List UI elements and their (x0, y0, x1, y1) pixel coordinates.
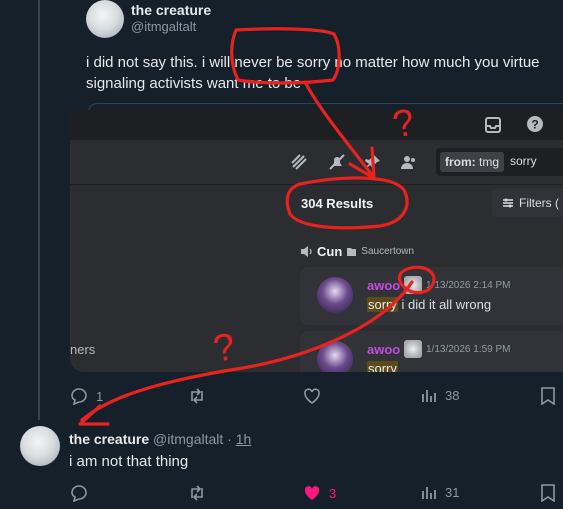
result-message: sorry i did it all wrong (367, 297, 491, 312)
search-results-panel: 304 Results Filters ( Cun Saucertown awo… (288, 185, 563, 372)
reply-button[interactable]: 1 (70, 387, 103, 405)
server-name[interactable]: Saucertown (361, 246, 414, 257)
author-avatar[interactable] (317, 277, 353, 313)
views-icon (422, 390, 436, 402)
result-channel-header: Cun Saucertown (300, 244, 414, 259)
tweet-text: i am not that thing (69, 453, 189, 470)
views-count: 38 (445, 387, 460, 403)
discord-titlebar: ? (70, 110, 563, 140)
members-icon[interactable] (400, 153, 418, 171)
filters-button[interactable]: Filters ( (492, 189, 563, 217)
results-count: 304 Results (301, 196, 374, 211)
heart-icon (304, 388, 320, 404)
threads-icon[interactable] (290, 153, 308, 171)
voice-channel-icon (301, 246, 312, 257)
search-filter-key: from: (445, 155, 476, 169)
like-button[interactable]: 3 (303, 484, 336, 502)
svg-text:?: ? (531, 118, 538, 132)
author-badge (404, 276, 422, 294)
message-text: i did it all wrong (397, 297, 492, 312)
like-count: 3 (329, 485, 337, 501)
search-box[interactable]: from: tmg sorry (436, 148, 563, 176)
filters-label: Filters ( (519, 196, 559, 210)
reply-count: 1 (96, 388, 104, 404)
search-filter-value: tmg (479, 155, 500, 169)
attached-screenshot[interactable]: ? from: tmg sorry ners 304 Results Filte… (70, 110, 563, 372)
result-timestamp: 1/13/2026 2:14 PM (426, 280, 511, 291)
search-highlight: sorry (367, 361, 398, 372)
repost-icon (191, 485, 203, 501)
result-author[interactable]: awoo (367, 342, 400, 357)
help-icon[interactable]: ? (526, 115, 544, 133)
search-highlight: sorry (367, 297, 398, 312)
folder-icon (347, 248, 357, 256)
handle[interactable]: @itmgaltalt (153, 431, 223, 447)
heart-filled-icon (304, 486, 320, 500)
views-button[interactable]: 31 (421, 484, 459, 500)
reply-button[interactable] (70, 484, 88, 502)
repost-button[interactable] (188, 484, 206, 502)
result-message: sorry (367, 361, 398, 372)
discord-chat-panel: ners (70, 185, 288, 372)
result-author[interactable]: awoo (367, 278, 400, 293)
mute-bell-icon[interactable] (328, 153, 346, 171)
filters-icon (503, 198, 513, 208)
bookmark-icon[interactable] (540, 387, 556, 405)
tweet-text-line-2: signaling activists want me to be (86, 75, 302, 92)
like-button[interactable] (303, 387, 321, 405)
inbox-icon[interactable] (484, 116, 502, 134)
display-name[interactable]: the creature (131, 2, 211, 18)
search-result-card[interactable]: awoo 1/13/2026 1:59 PM sorry (300, 331, 563, 372)
avatar[interactable] (86, 0, 124, 38)
tweet-text-line-1: i did not say this. i will never be sorr… (86, 54, 540, 71)
search-filter-chip[interactable]: from: tmg (440, 152, 505, 172)
arrowhead-reply (78, 404, 110, 426)
tweet-text: i did not say this. i will never be sorr… (86, 52, 562, 94)
views-count: 31 (445, 484, 460, 500)
reply-icon (71, 388, 87, 405)
bookmark-icon[interactable] (540, 484, 556, 502)
reply-header: the creature @itmgaltalt · 1h (69, 431, 251, 447)
discord-toolbar: from: tmg sorry (70, 140, 563, 185)
search-query: sorry (510, 154, 537, 168)
display-name[interactable]: the creature (69, 431, 149, 447)
timestamp-link[interactable]: 1h (236, 431, 252, 447)
repost-icon (191, 388, 203, 404)
pin-icon[interactable] (364, 153, 382, 171)
avatar[interactable] (20, 426, 60, 466)
thread-connector-line (38, 0, 40, 420)
author-badge (404, 340, 422, 358)
views-button[interactable]: 38 (421, 387, 459, 403)
result-timestamp: 1/13/2026 1:59 PM (426, 344, 511, 355)
channel-name[interactable]: Cun (317, 244, 342, 259)
repost-button[interactable] (188, 387, 206, 405)
search-result-card[interactable]: awoo 1/13/2026 2:14 PM sorry i did it al… (300, 267, 563, 325)
views-icon (422, 487, 436, 499)
handle[interactable]: @itmgaltalt (131, 19, 196, 34)
author-avatar[interactable] (317, 341, 353, 372)
separator: · (227, 431, 232, 447)
reply-icon (71, 485, 87, 502)
chat-snippet: ners (70, 342, 96, 357)
